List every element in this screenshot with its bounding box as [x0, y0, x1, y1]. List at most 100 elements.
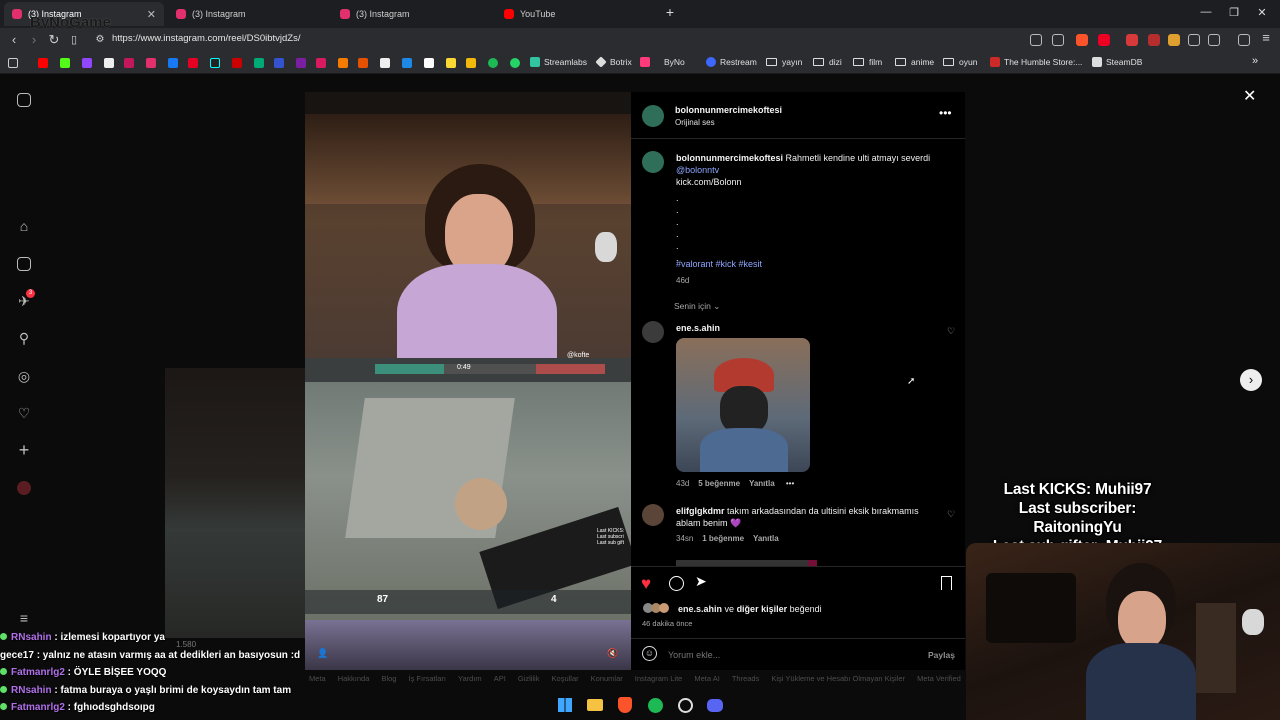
footer-link[interactable]: Kişi Yükleme ve Hesabı Olmayan Kişiler	[771, 674, 905, 688]
bookmark-byno[interactable]: ByNo	[640, 57, 685, 67]
youtube-bookmark-icon[interactable]	[38, 58, 48, 68]
apps-grid-icon[interactable]	[8, 58, 18, 68]
leo-ai-icon[interactable]	[1238, 34, 1250, 46]
footer-link[interactable]: Koşullar	[552, 674, 579, 688]
footer-link[interactable]: İş Fırsatları	[408, 674, 446, 688]
url-field[interactable]: https://www.instagram.com/reel/DS0ibtvjd…	[112, 33, 300, 44]
comment-sort-dropdown[interactable]: Senin için ⌄	[674, 301, 720, 312]
close-icon[interactable]: ✕	[147, 8, 156, 21]
tab-instagram-2[interactable]: (3) Instagram	[168, 2, 328, 26]
mute-icon[interactable]: 🔇	[607, 648, 618, 659]
kick-bookmark-icon[interactable]	[60, 58, 70, 68]
next-reel-button[interactable]: ›	[1240, 369, 1262, 391]
profile-avatar[interactable]	[15, 479, 33, 497]
comment-avatar[interactable]	[642, 504, 664, 526]
bookmark-icon[interactable]	[446, 58, 456, 68]
tiktok-bookmark-icon[interactable]	[210, 58, 220, 68]
footer-link[interactable]: API	[494, 674, 506, 688]
whatsapp-bookmark-icon[interactable]	[510, 58, 520, 68]
brave-browser-icon[interactable]	[615, 695, 635, 715]
bookmark-folder-yayin[interactable]: yayın	[766, 57, 802, 67]
comment-username[interactable]: elifglgkdmr	[676, 506, 725, 516]
footer-link[interactable]: Meta	[309, 674, 326, 688]
spotify-icon[interactable]	[645, 695, 665, 715]
x-bookmark-icon[interactable]	[104, 58, 114, 68]
bookmark-icon[interactable]	[296, 58, 306, 68]
like-heart-icon[interactable]: ♥	[641, 574, 651, 594]
home-icon[interactable]: ⌂	[15, 217, 33, 235]
site-settings-icon[interactable]: ⚙	[92, 33, 108, 47]
reel-video[interactable]: @kofte 0:49 Last KICKS: Last subscri Las…	[305, 92, 631, 670]
window-close-button[interactable]: ✕	[1252, 6, 1272, 19]
bookmark-icon[interactable]	[424, 58, 434, 68]
reels-icon[interactable]	[15, 255, 33, 273]
footer-link[interactable]: Threads	[732, 674, 760, 688]
messages-icon[interactable]: ✈ 3	[15, 289, 35, 310]
emoji-icon[interactable]: ☺	[642, 646, 657, 661]
bookmark-icon[interactable]	[274, 58, 284, 68]
bookmark-folder-anime[interactable]: anime	[895, 57, 934, 67]
facebook-bookmark-icon[interactable]	[168, 58, 178, 68]
share-send-icon[interactable]: ➤	[695, 573, 707, 590]
more-options-icon[interactable]: •••	[939, 106, 952, 120]
liked-by-text[interactable]: ene.s.ahin ve diğer kişiler beğendi	[678, 604, 822, 614]
notifications-heart-icon[interactable]: ♡	[15, 404, 33, 422]
bookmark-streamlabs[interactable]: Streamlabs	[530, 57, 587, 67]
tab-instagram-3[interactable]: (3) Instagram	[332, 2, 492, 26]
bookmark-icon[interactable]	[316, 58, 326, 68]
binance-bookmark-icon[interactable]	[466, 58, 476, 68]
comment-like-heart-icon[interactable]: ♡	[947, 326, 955, 337]
bookmark-folder-oyun[interactable]: oyun	[943, 57, 977, 67]
sidebar-icon[interactable]	[1208, 34, 1220, 46]
extension-icon[interactable]	[1168, 34, 1180, 46]
tab-youtube[interactable]: YouTube	[496, 2, 656, 26]
back-button[interactable]: ‹	[6, 33, 22, 47]
file-explorer-icon[interactable]	[585, 695, 605, 715]
forward-button[interactable]: ›	[26, 33, 42, 47]
obs-icon[interactable]	[675, 695, 695, 715]
bookmark-folder-film[interactable]: film	[853, 57, 882, 67]
footer-link[interactable]: Konumlar	[591, 674, 623, 688]
comment-avatar[interactable]	[642, 321, 664, 343]
extensions-puzzle-icon[interactable]	[1188, 34, 1200, 46]
reload-button[interactable]: ↻	[46, 33, 62, 47]
minimize-button[interactable]: —	[1196, 6, 1216, 18]
comment-like-heart-icon[interactable]: ♡	[947, 509, 955, 520]
comment-likes[interactable]: 1 beğenme	[702, 534, 744, 543]
save-bookmark-icon[interactable]	[941, 576, 952, 590]
comment-more-icon[interactable]: •••	[786, 479, 794, 488]
author-avatar[interactable]	[642, 105, 664, 127]
bookmark-restream[interactable]: Restream	[706, 57, 757, 67]
maximize-button[interactable]: ❐	[1224, 6, 1244, 19]
bookmark-folder-dizi[interactable]: dizi	[813, 57, 842, 67]
bookmark-icon[interactable]	[254, 58, 264, 68]
bookmark-icon[interactable]	[380, 58, 390, 68]
footer-link[interactable]: Gizlilik	[518, 674, 540, 688]
share-icon[interactable]	[1052, 34, 1064, 46]
comment-image-sticker[interactable]	[676, 338, 810, 472]
pinterest-bookmark-icon[interactable]	[188, 58, 198, 68]
comment-icon[interactable]	[669, 576, 684, 591]
caption-mention[interactable]: @bolonntv	[676, 165, 719, 175]
bookmark-icon[interactable]	[358, 58, 368, 68]
user-tag-icon[interactable]: 👤	[317, 648, 328, 659]
menu-icon[interactable]: ≡	[1258, 31, 1274, 45]
bookmark-icon[interactable]	[232, 58, 242, 68]
spotify-bookmark-icon[interactable]	[488, 58, 498, 68]
brave-rewards-icon[interactable]	[1098, 34, 1110, 46]
comment-username[interactable]: ene.s.ahin	[676, 323, 720, 333]
bookmark-steamdb[interactable]: SteamDB	[1092, 57, 1142, 67]
create-icon[interactable]: +	[15, 440, 33, 460]
more-menu-icon[interactable]: ≡	[15, 609, 33, 627]
extension-mail-icon[interactable]	[1126, 34, 1138, 46]
search-icon[interactable]: ⚲	[15, 329, 33, 347]
windows-start-icon[interactable]	[555, 695, 575, 715]
reply-button[interactable]: Yanıtla	[749, 479, 775, 488]
caption-hashtags[interactable]: #valorant #kick #kesit	[676, 259, 762, 269]
instagram-logo-icon[interactable]	[15, 91, 33, 109]
footer-link[interactable]: Hakkında	[338, 674, 370, 688]
more-bookmarks-icon[interactable]: »	[1252, 55, 1258, 67]
reply-button[interactable]: Yanıtla	[753, 534, 779, 543]
footer-link[interactable]: Yardım	[458, 674, 482, 688]
extension-icon[interactable]	[1148, 34, 1160, 46]
